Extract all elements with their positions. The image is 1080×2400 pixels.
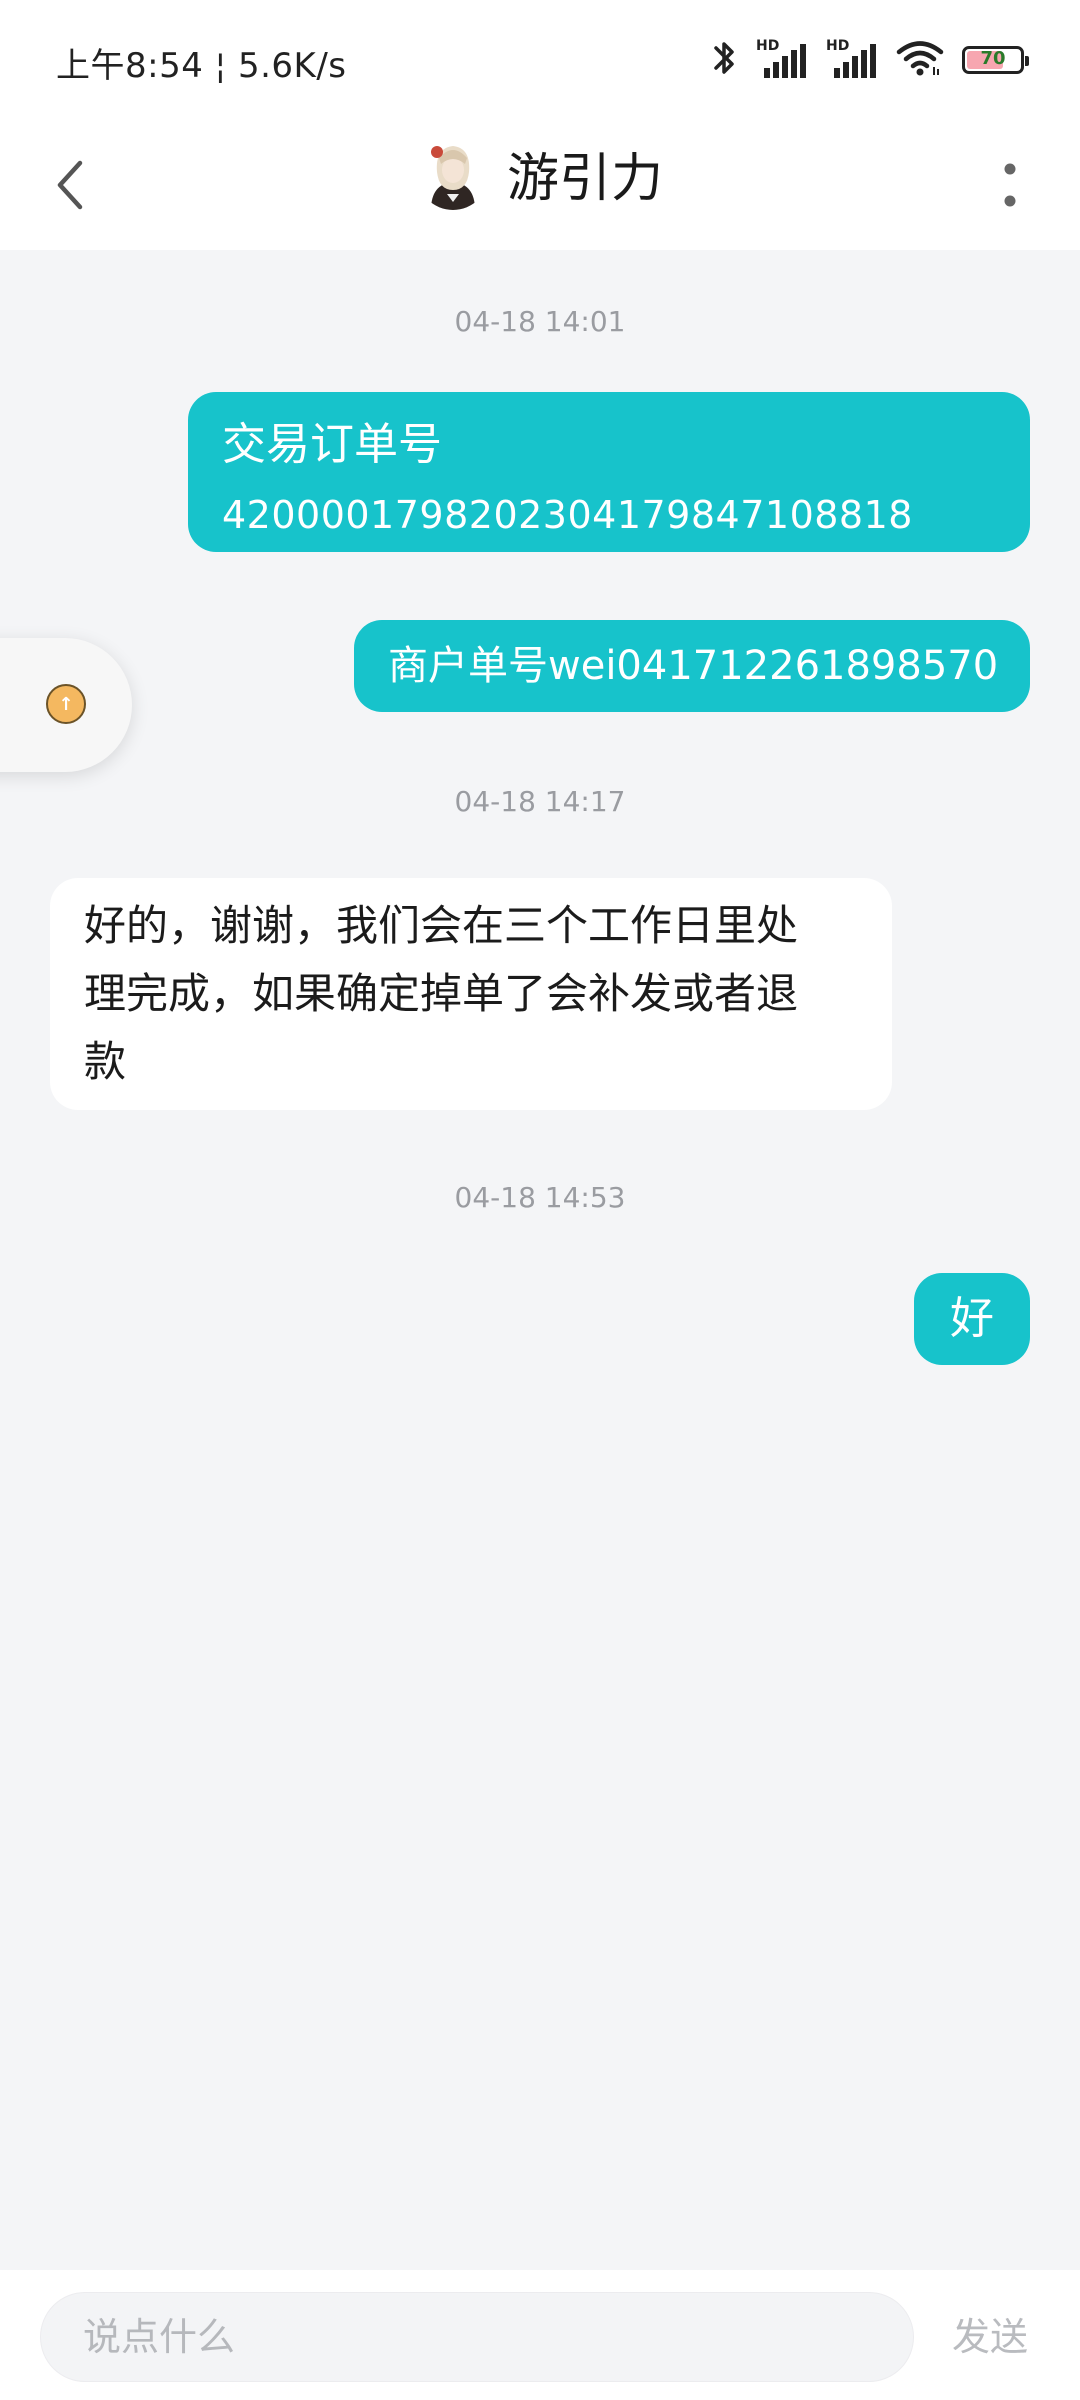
page-title: 游引力 (506, 149, 663, 209)
outgoing-message[interactable]: 交易订单号 4200001798202304179847108818 (188, 392, 1030, 552)
status-bar: 上午8:54 ¦ 5.6K/s HD HD 70 (0, 0, 1080, 120)
message-text-line: 款 (84, 1037, 127, 1086)
message-text-line: 4200001798202304179847108818 (222, 493, 913, 537)
status-separator: ¦ (214, 46, 227, 86)
outgoing-message[interactable]: 好 (914, 1273, 1030, 1365)
status-left: 上午8:54 ¦ 5.6K/s (56, 38, 347, 87)
message-text: 好 (950, 1293, 994, 1344)
battery-percent: 70 (980, 48, 1006, 69)
status-icons: HD HD 70 (712, 38, 1029, 82)
signal-hd-icon: HD (826, 38, 878, 78)
more-button[interactable] (970, 145, 1050, 225)
send-button[interactable]: 发送 (940, 2292, 1040, 2382)
message-text-line: 交易订单号 (222, 419, 442, 470)
wifi-icon (896, 39, 944, 81)
title-wrap: 游引力 (0, 136, 1080, 211)
chat-screen: 上午8:54 ¦ 5.6K/s HD HD 70 游引力 04-18 14:01… (0, 0, 1080, 2400)
battery-icon: 70 (962, 46, 1029, 74)
timestamp: 04-18 14:01 (454, 305, 626, 338)
incoming-message[interactable]: 好的，谢谢，我们会在三个工作日里处 理完成，如果确定掉单了会补发或者退 款 (50, 878, 892, 1110)
assistant-icon: ↑ (46, 684, 86, 724)
chat-header: 游引力 (0, 120, 1080, 250)
status-time: 上午8:54 (56, 46, 204, 86)
outgoing-message[interactable]: 商户单号wei041712261898570 (354, 620, 1030, 712)
timestamp: 04-18 14:17 (454, 785, 626, 818)
timestamp: 04-18 14:53 (454, 1181, 626, 1214)
bluetooth-icon (712, 38, 738, 82)
message-text-line: 好的，谢谢，我们会在三个工作日里处 (84, 901, 799, 950)
message-input[interactable] (40, 2292, 914, 2382)
avatar[interactable] (416, 137, 489, 210)
message-list[interactable]: 04-18 14:01 交易订单号 4200001798202304179847… (0, 250, 1080, 2270)
message-text: 商户单号wei041712261898570 (388, 643, 999, 689)
more-vertical-icon (1004, 163, 1016, 207)
signal-hd-icon: HD (756, 38, 808, 78)
input-bar: 发送 (0, 2270, 1080, 2400)
floating-assistant-button[interactable]: ↑ (0, 638, 132, 772)
network-speed: 5.6K/s (237, 46, 347, 86)
message-text-line: 理完成，如果确定掉单了会补发或者退 (84, 969, 799, 1018)
